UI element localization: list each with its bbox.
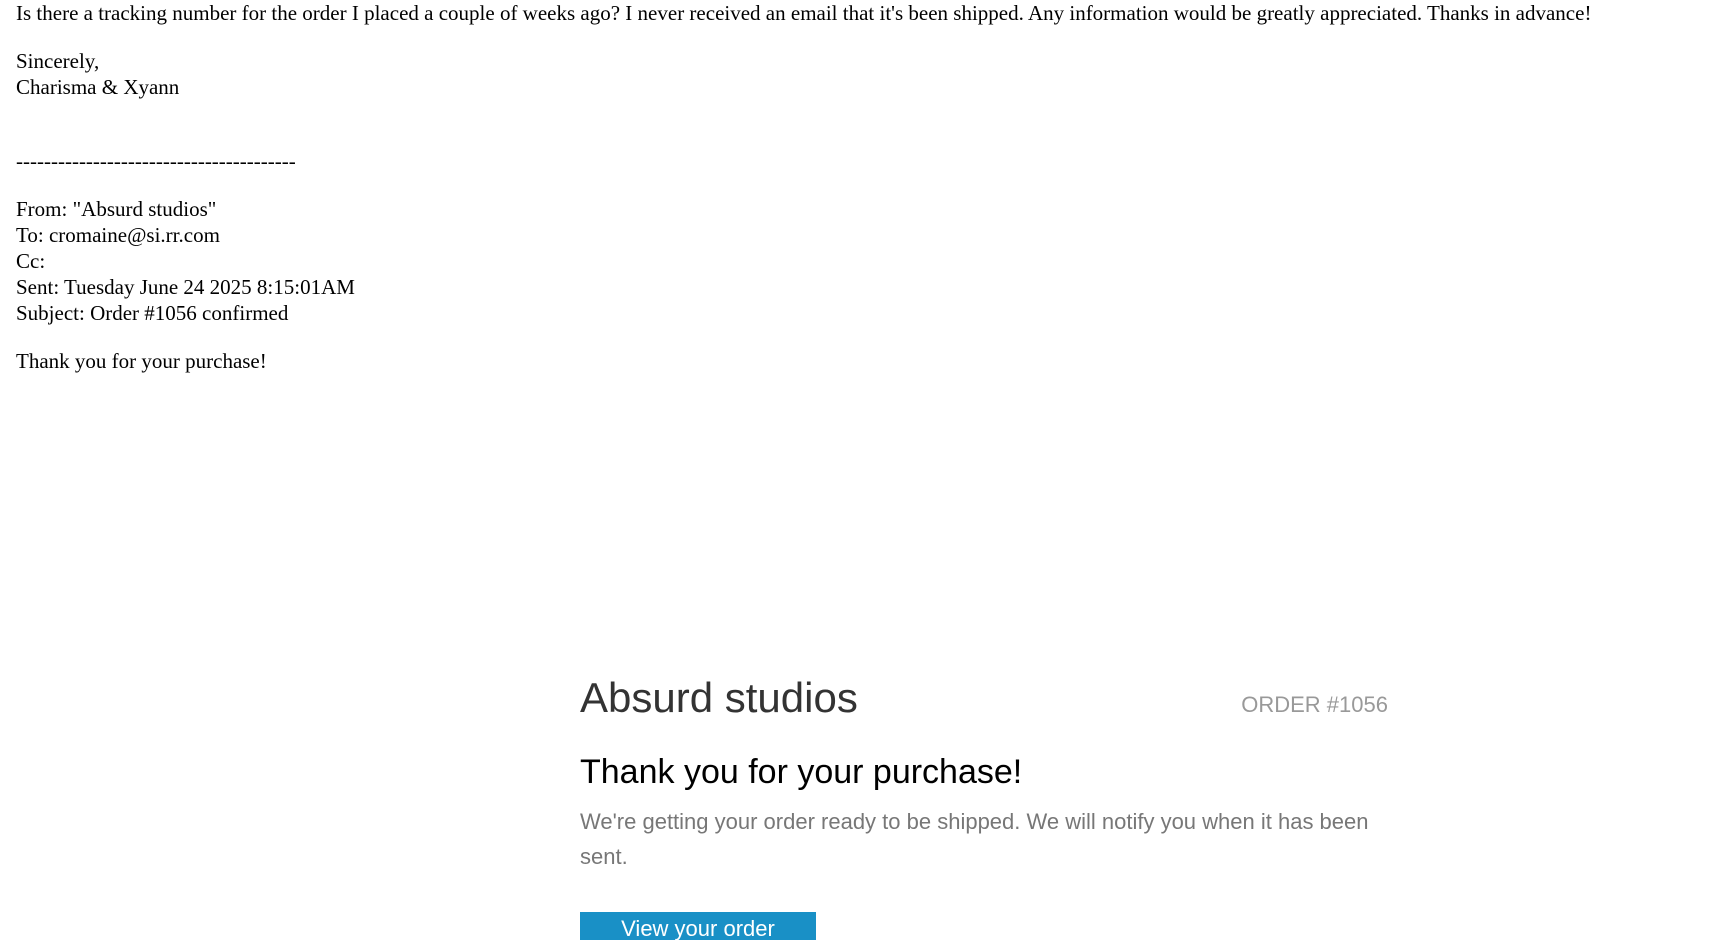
plain-text-email: Is there a tracking number for the order… xyxy=(16,0,1730,374)
reply-closing: Sincerely, xyxy=(16,49,100,73)
email-header: Absurd studios ORDER #1056 xyxy=(580,670,1388,726)
order-number: ORDER #1056 xyxy=(1241,692,1388,717)
shop-name: Absurd studios xyxy=(580,674,858,721)
quote-separator: ---------------------------------------- xyxy=(16,149,296,173)
quoted-cc: Cc: xyxy=(16,249,46,273)
email-heading: Thank you for your purchase! xyxy=(580,753,1023,791)
quoted-preview: Thank you for your purchase! xyxy=(16,349,267,373)
quoted-from: From: "Absurd studios" xyxy=(16,197,217,221)
reply-body: Is there a tracking number for the order… xyxy=(16,1,1592,25)
quoted-sent: Sent: Tuesday June 24 2025 8:15:01AM xyxy=(16,275,355,299)
quoted-to: To: cromaine@si.rr.com xyxy=(16,223,220,247)
order-confirmation-email: Absurd studios ORDER #1056 Thank you for… xyxy=(580,670,1388,940)
view-order-button[interactable]: View your order xyxy=(580,912,816,940)
quoted-subject: Subject: Order #1056 confirmed xyxy=(16,301,289,325)
email-message: We're getting your order ready to be shi… xyxy=(580,809,1369,869)
reply-signature: Charisma & Xyann xyxy=(16,75,180,99)
